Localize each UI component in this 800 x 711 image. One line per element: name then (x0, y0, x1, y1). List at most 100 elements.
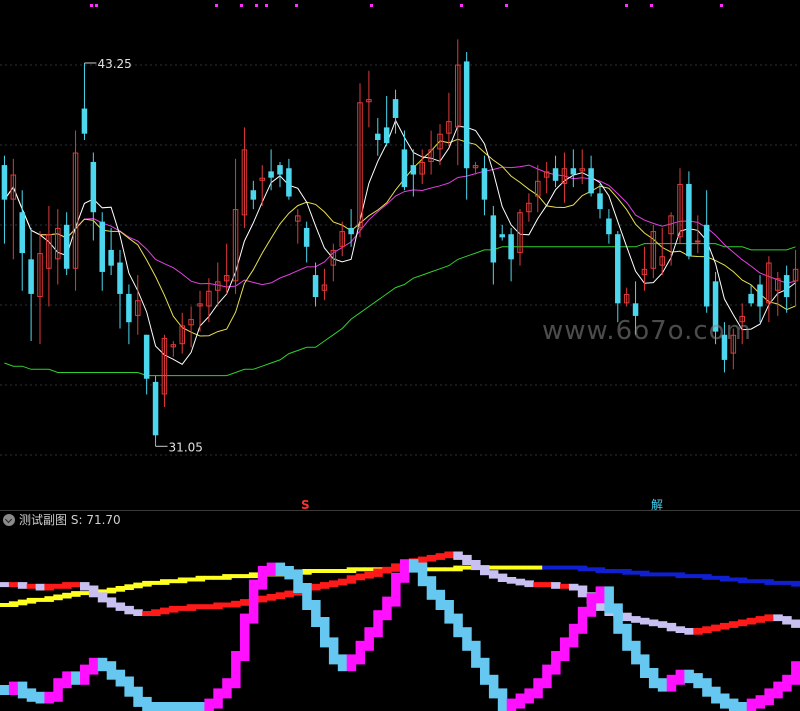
oscillator-segment (133, 686, 143, 707)
oscillator-segment (782, 674, 792, 692)
slow-line-segment (213, 602, 223, 610)
top-marker (370, 4, 373, 7)
candle-body (19, 212, 25, 254)
yellow-band-segment (124, 584, 134, 590)
slow-line-segment (462, 554, 472, 565)
oscillator-segment (284, 566, 294, 580)
slow-line-segment (0, 582, 10, 588)
yellow-band-segment (702, 574, 712, 580)
oscillator-segment (168, 702, 179, 711)
candle-body (570, 168, 577, 175)
oscillator-segment (702, 678, 712, 697)
yellow-band-segment (106, 587, 117, 594)
candle-body (348, 227, 354, 235)
candle-body (383, 127, 390, 144)
oscillator-segment (186, 702, 197, 711)
slow-line-segment (551, 582, 561, 589)
yellow-band-segment (631, 570, 641, 575)
oscillator-segment (648, 668, 659, 689)
oscillator-segment (320, 617, 330, 648)
slow-line-segment (186, 604, 197, 611)
yellow-band-segment (791, 580, 800, 587)
slow-line-segment (222, 602, 232, 608)
candle-body (632, 303, 639, 316)
oscillator-segment (8, 681, 19, 695)
ma60-line (4, 243, 796, 377)
candle-body (392, 99, 399, 118)
yellow-band-segment (782, 580, 792, 585)
oscillator-segment (400, 559, 410, 583)
low-price-label: 31.05 (169, 440, 203, 454)
yellow-band-segment (622, 569, 632, 575)
yellow-band-segment (213, 575, 223, 580)
top-marker (460, 4, 463, 7)
oscillator-segment (266, 562, 277, 576)
candle-body (81, 108, 88, 134)
oscillator-segment (160, 702, 170, 711)
candle-body (152, 381, 159, 436)
slow-line-segment (373, 568, 383, 577)
slow-line-segment (764, 614, 774, 622)
slow-line-segment (80, 582, 90, 591)
oscillator-segment (80, 664, 90, 685)
oscillator-segment (177, 702, 188, 711)
oscillator-segment (453, 613, 463, 638)
oscillator-segment (435, 589, 446, 610)
yellow-band-segment (720, 575, 730, 582)
oscillator-segment (248, 579, 259, 624)
yellow-band-segment (168, 579, 179, 584)
yellow-band-segment (71, 591, 81, 597)
yellow-band-segment (177, 577, 188, 584)
oscillator-segment (106, 661, 117, 680)
candlestick-chart[interactable]: 43.25 31.05 S 解 (0, 0, 800, 510)
yellow-band-segment (568, 565, 579, 570)
candle-body (552, 168, 559, 181)
oscillator-segment (640, 654, 650, 678)
candle-body (463, 61, 470, 169)
slow-line-segment (17, 582, 28, 589)
oscillator-segment (71, 671, 81, 685)
top-marker (215, 4, 218, 7)
yellow-band-segment (773, 580, 783, 585)
yellow-band-segment (497, 565, 508, 570)
candle-body (703, 224, 710, 307)
oscillator-segment (506, 698, 517, 711)
yellow-band-segment (80, 591, 90, 596)
candle-body (108, 249, 114, 266)
slow-line-segment (417, 556, 428, 564)
candle-body (126, 293, 132, 323)
candle-body (286, 168, 292, 197)
slow-line-segment (782, 616, 792, 625)
collapse-chevron-icon[interactable] (3, 514, 15, 526)
slow-line-segment (142, 611, 152, 616)
oscillator-segment (44, 691, 54, 704)
oscillator-segment (560, 637, 570, 661)
yellow-band-segment (133, 582, 143, 589)
slow-line-segment (693, 628, 703, 635)
slow-line-segment (648, 619, 659, 627)
slow-line-segment (568, 583, 579, 591)
oscillator-segment (488, 674, 499, 699)
candle-body (63, 224, 70, 269)
slow-line-segment (26, 583, 37, 589)
candle-body (490, 215, 497, 263)
oscillator-segment (711, 686, 721, 704)
oscillator-segment (746, 698, 757, 711)
yellow-band-segment (35, 597, 46, 602)
yellow-band-segment (693, 574, 703, 579)
slow-line-segment (115, 602, 126, 611)
slow-line-segment (488, 570, 499, 579)
yellow-band-segment (160, 579, 170, 585)
candle-body (28, 259, 34, 294)
slow-line-segment (435, 553, 446, 560)
slow-line-segment (720, 622, 730, 630)
oscillator-segment (346, 654, 357, 672)
oscillator-segment (231, 651, 241, 689)
slow-line-segment (257, 595, 268, 603)
indicator-subchart[interactable] (0, 529, 800, 711)
yellow-band-segment (755, 579, 766, 584)
candle-body (748, 293, 754, 304)
slow-line-segment (702, 626, 712, 633)
oscillator-segment (124, 676, 134, 697)
candle-body (481, 168, 488, 200)
